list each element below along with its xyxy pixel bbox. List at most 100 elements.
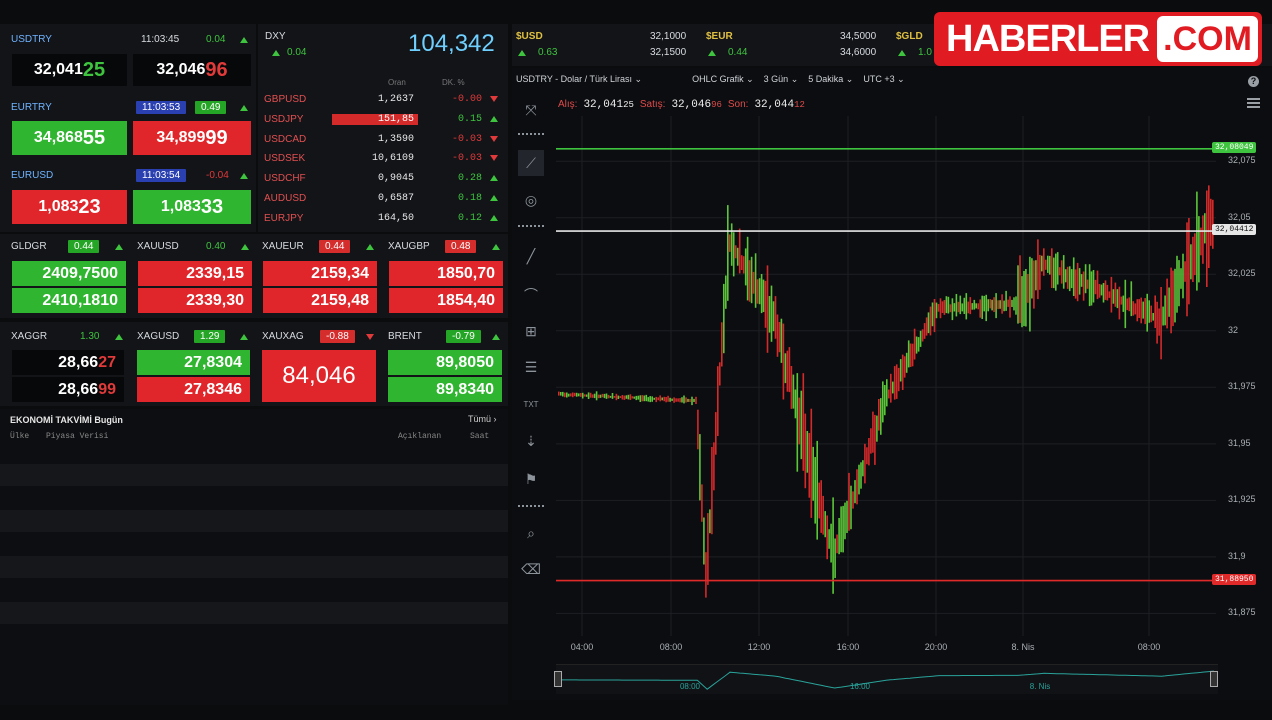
ohlc-bar (1072, 257, 1075, 296)
fx-row-audusd[interactable]: AUDUSD 0,6587 0.18 (262, 189, 506, 208)
fx-row-usdcad[interactable]: USDCAD 1,3590 -0.03 (262, 130, 506, 149)
eurtry-time: 11:03:53 (136, 101, 187, 114)
ohlc-bar (742, 256, 745, 274)
fx-row-usdchf[interactable]: USDCHF 0,9045 0.28 (262, 169, 506, 188)
navigator-right-handle[interactable] (1210, 671, 1218, 687)
ohlc-bar (615, 393, 618, 401)
usdtry-bid-box[interactable]: 32,041 25 (12, 54, 127, 86)
xaggr-name[interactable]: XAGGR (11, 331, 47, 342)
ohlc-bar (915, 336, 918, 354)
range-select[interactable]: 3 Gün ⌄ (764, 74, 799, 85)
menu-icon[interactable] (1247, 98, 1260, 108)
ohlc-bar (905, 352, 908, 373)
calendar-period: Bugün (94, 415, 123, 425)
navigator-left-handle[interactable] (554, 671, 562, 687)
chart-type-select[interactable]: OHLC Grafik ⌄ (692, 74, 754, 85)
trend-line-icon[interactable]: ⟋ (518, 150, 544, 176)
eur-quote-name[interactable]: $EUR (706, 31, 733, 42)
flag-icon[interactable]: ⚑ (518, 466, 544, 492)
usd-quote-name[interactable]: $USD (516, 31, 543, 42)
metal-ask-box[interactable]: 2339,30 (138, 288, 252, 313)
price-level-tag: 32,04412 (1212, 224, 1257, 236)
calendar-all-link[interactable]: Tümü › (468, 414, 497, 424)
eye-icon[interactable]: ◎ (518, 187, 544, 213)
up-arrow-icon (241, 244, 249, 250)
eurtry-name[interactable]: EURTRY (11, 102, 52, 113)
fib-icon[interactable]: ☰ (518, 354, 544, 380)
metal-bid-box[interactable]: 2339,15 (138, 261, 252, 286)
eurusd-ask-box[interactable]: 1,083 33 (133, 190, 251, 224)
ohlc-bar (1110, 276, 1113, 313)
metal-name[interactable]: XAUEUR (262, 241, 304, 252)
logo-brand: HABERLER (946, 17, 1150, 60)
fullscreen-icon[interactable]: ⤧ (518, 97, 544, 123)
metal-ask-box[interactable]: 2159,48 (263, 288, 377, 313)
metal-bid-box[interactable]: 2409,7500 (12, 261, 126, 286)
interval-select[interactable]: 5 Dakika ⌄ (808, 74, 853, 85)
fx-value: 164,50 (377, 212, 414, 224)
eurtry-bid-box[interactable]: 34,868 55 (12, 121, 127, 155)
text-icon[interactable]: TXT (518, 391, 544, 417)
ask-tail: 96 (711, 100, 722, 110)
fx-row-eurjpy[interactable]: EURJPY 164,50 0.12 (262, 209, 506, 228)
dxy-name[interactable]: DXY (265, 31, 286, 42)
fx-row-gbpusd[interactable]: GBPUSD 1,2637 -0.00 (262, 90, 506, 109)
ohlc-bar (1003, 300, 1005, 312)
ohlc-bar (621, 395, 624, 400)
brent-name[interactable]: BRENT (388, 331, 422, 342)
ohlc-bar (814, 457, 816, 524)
col-price-header: Oran (388, 78, 406, 87)
ohlc-bar (1172, 270, 1174, 327)
eurtry-ask-tail: 99 (205, 126, 228, 149)
xaggr-ask-box[interactable]: 28,66 99 (12, 377, 124, 402)
ohlc-bar (649, 396, 651, 403)
ohlc-bar (1148, 300, 1150, 323)
curve-tool-icon[interactable]: ⌒ (518, 282, 544, 308)
fx-row-usdsek[interactable]: USDSEK 10,6109 -0.03 (262, 149, 506, 168)
delete-icon[interactable]: ⌫ (518, 556, 544, 582)
measure-icon[interactable]: ⇣ (518, 428, 544, 454)
usdtry-ask-box[interactable]: 32,046 96 (133, 54, 251, 86)
ohlc-bar (729, 234, 731, 252)
metal-bid-box[interactable]: 1850,70 (389, 261, 503, 286)
brent-ask-box[interactable]: 89,8340 (388, 377, 502, 402)
line-tool-icon[interactable]: ╱ (518, 243, 544, 269)
ohlc-bar (1144, 298, 1146, 325)
xauxag-value-box[interactable]: 84,046 (262, 350, 376, 402)
zoom-icon[interactable]: ⌕ (518, 520, 544, 546)
gld-quote-name[interactable]: $GLD (896, 31, 923, 42)
fx-row-usdjpy[interactable]: USDJPY 151,85 0.15 (262, 110, 506, 129)
eurusd-bid-box[interactable]: 1,083 23 (12, 190, 127, 224)
ohlc-bar (794, 389, 797, 419)
ohlc-bar (931, 302, 934, 327)
ohlc-bar (717, 366, 719, 436)
ohlc-bar (1025, 269, 1027, 327)
crosshair-icon[interactable]: ⊞ (518, 318, 544, 344)
ohlc-bar (909, 343, 912, 367)
eurtry-ask-box[interactable]: 34,899 99 (133, 121, 251, 155)
eurusd-bid-main: 1,083 (38, 198, 79, 215)
timezone-select[interactable]: UTC +3 ⌄ (863, 74, 904, 85)
ohlc-bar (651, 396, 653, 402)
xaggr-bid-box[interactable]: 28,66 27 (12, 350, 124, 375)
metal-name[interactable]: XAUUSD (137, 241, 179, 252)
metal-bid-box[interactable]: 2159,34 (263, 261, 377, 286)
x-tick-label: 08:00 (1137, 642, 1161, 652)
metal-name[interactable]: GLDGR (11, 241, 47, 252)
xagusd-bid-box[interactable]: 27,8304 (137, 350, 250, 375)
brent-bid-box[interactable]: 89,8050 (388, 350, 502, 375)
help-icon[interactable]: ? (1248, 76, 1259, 87)
ohlc-bar (697, 409, 699, 450)
usdtry-name[interactable]: USDTRY (11, 34, 52, 45)
xauxag-name[interactable]: XAUXAG (262, 331, 304, 342)
symbol-select[interactable]: USDTRY - Dolar / Türk Lirası ⌄ (516, 74, 642, 85)
gld-quote-change: 1.0 (918, 47, 932, 58)
xagusd-ask-box[interactable]: 27,8346 (137, 377, 250, 402)
xagusd-name[interactable]: XAGUSD (137, 331, 179, 342)
price-chart[interactable] (556, 116, 1216, 636)
dxy-change: 0.04 (287, 47, 307, 58)
eurusd-name[interactable]: EURUSD (11, 170, 53, 181)
metal-ask-box[interactable]: 1854,40 (389, 288, 503, 313)
metal-ask-box[interactable]: 2410,1810 (12, 288, 126, 313)
metal-name[interactable]: XAUGBP (388, 241, 430, 252)
